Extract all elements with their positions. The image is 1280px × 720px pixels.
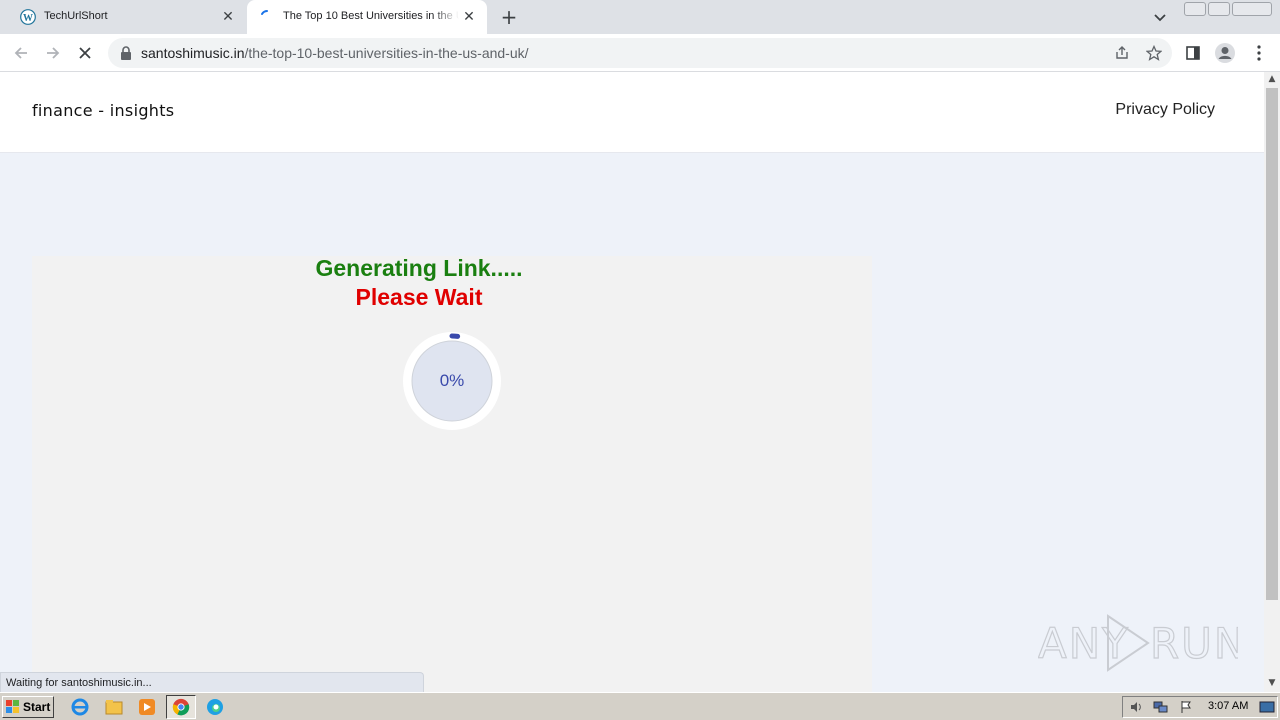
- internet-explorer-icon[interactable]: [70, 697, 90, 717]
- scrollbar-thumb[interactable]: [1266, 88, 1278, 600]
- forward-button[interactable]: [42, 42, 64, 64]
- close-tab-icon[interactable]: ✕: [461, 9, 477, 25]
- windows-taskbar: Start 3:07 AM: [0, 692, 1280, 720]
- content-panel: [32, 256, 872, 692]
- avatar-icon: [1215, 43, 1235, 63]
- url-path: /the-top-10-best-universities-in-the-us-…: [244, 45, 529, 61]
- url-host: santoshimusic.in: [141, 45, 245, 61]
- back-arrow-icon: [14, 47, 27, 59]
- generating-link-text: Generating Link.....: [315, 255, 523, 281]
- tab-title: The Top 10 Best Universities in the U: [283, 10, 459, 22]
- media-player-icon[interactable]: [137, 697, 157, 717]
- page-viewport: finance - insights Privacy Policy Genera…: [0, 72, 1264, 692]
- minimize-button[interactable]: [1184, 2, 1206, 16]
- loading-spinner-icon: [261, 10, 268, 15]
- tab-techurlshort[interactable]: W TechUrlShort ✕: [8, 0, 246, 34]
- chrome-taskbar-button[interactable]: [166, 695, 196, 719]
- new-tab-button[interactable]: +: [498, 6, 520, 28]
- tab-strip: W TechUrlShort ✕ The Top 10 Best Univers…: [0, 0, 1280, 34]
- svg-text:RUN: RUN: [1150, 619, 1238, 668]
- start-button[interactable]: Start: [2, 696, 54, 718]
- site-brand[interactable]: finance - insights: [32, 101, 174, 120]
- file-explorer-icon[interactable]: [104, 697, 124, 717]
- kebab-menu-icon: [1257, 45, 1261, 61]
- lock-icon: [121, 46, 131, 60]
- svg-text:W: W: [23, 13, 33, 24]
- restore-button[interactable]: [1208, 2, 1230, 16]
- start-label: Start: [23, 700, 51, 714]
- side-panel-icon: [1186, 46, 1200, 60]
- tab-active[interactable]: The Top 10 Best Universities in the U ✕: [247, 0, 487, 34]
- nav-privacy-policy[interactable]: Privacy Policy: [1115, 101, 1215, 119]
- volume-icon[interactable]: [1129, 700, 1143, 714]
- wordpress-icon: W: [20, 9, 36, 25]
- profile-button[interactable]: [1214, 42, 1236, 64]
- chevron-down-icon[interactable]: [1152, 9, 1168, 25]
- back-button[interactable]: [10, 42, 32, 64]
- progress-percent: 0%: [439, 371, 465, 390]
- show-desktop-icon[interactable]: [1259, 700, 1275, 714]
- browser-toolbar: santoshimusic.in/the-top-10-best-univers…: [0, 34, 1280, 72]
- anyrun-watermark-logo: ANY RUN: [1038, 614, 1238, 672]
- scroll-up-arrow-icon[interactable]: ▲: [1264, 72, 1280, 86]
- action-center-flag-icon[interactable]: [1179, 700, 1193, 714]
- site-header: finance - insights Privacy Policy: [0, 72, 1264, 153]
- url-text: santoshimusic.in/the-top-10-best-univers…: [141, 45, 529, 61]
- svg-text:ANY: ANY: [1038, 619, 1130, 668]
- taskbar-clock: 3:07 AM: [1208, 700, 1249, 712]
- network-icon[interactable]: [1153, 700, 1169, 714]
- edge-icon[interactable]: [205, 697, 225, 717]
- windows-logo-icon: [6, 700, 19, 713]
- page-scrollbar[interactable]: ▲ ▼: [1264, 72, 1280, 692]
- side-panel-button[interactable]: [1182, 42, 1204, 64]
- menu-button[interactable]: [1248, 42, 1270, 64]
- status-bar: Waiting for santoshimusic.in...: [0, 672, 424, 692]
- window-close-button[interactable]: [1232, 2, 1272, 16]
- stop-loading-button[interactable]: [74, 42, 96, 64]
- tab-title: TechUrlShort: [44, 10, 108, 22]
- chrome-icon: [172, 698, 190, 716]
- scroll-down-arrow-icon[interactable]: ▼: [1264, 676, 1280, 690]
- close-icon: [79, 47, 91, 59]
- system-tray: [1122, 696, 1278, 718]
- close-tab-icon[interactable]: ✕: [220, 9, 236, 25]
- address-bar[interactable]: santoshimusic.in/the-top-10-best-univers…: [108, 38, 1172, 68]
- bookmark-star-icon[interactable]: [1146, 45, 1162, 61]
- please-wait-text: Please Wait: [355, 284, 483, 310]
- forward-arrow-icon: [47, 47, 60, 59]
- share-icon[interactable]: [1114, 45, 1130, 61]
